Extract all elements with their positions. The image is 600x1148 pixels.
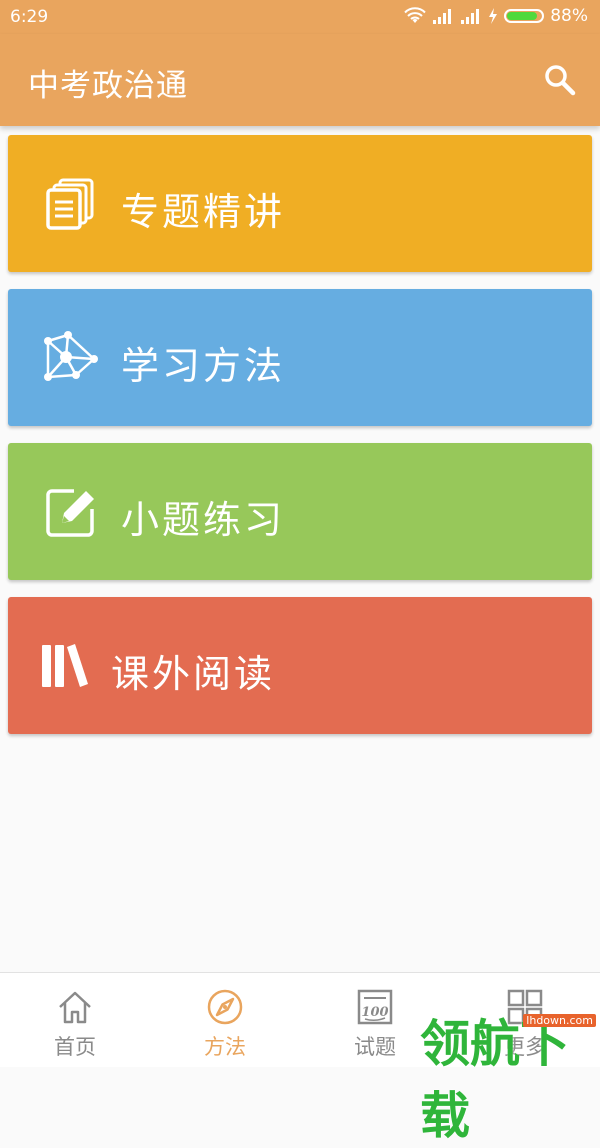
card-quiz-practice[interactable]: 小题练习	[8, 443, 592, 580]
status-bar: 6:29 88%	[0, 0, 600, 34]
card-label: 课外阅读	[111, 652, 276, 696]
nav-label: 更多	[504, 1035, 546, 1059]
card-study-methods[interactable]: 学习方法	[8, 289, 592, 426]
home-icon	[59, 991, 91, 1024]
status-icons: 88%	[404, 6, 588, 26]
card-label: 小题练习	[121, 498, 286, 542]
nav-item-home[interactable]: 首页	[0, 973, 150, 1068]
charging-icon	[489, 8, 498, 24]
documents-icon	[46, 178, 94, 230]
signal-icon	[433, 9, 452, 24]
battery-percent: 88%	[550, 6, 588, 26]
nav-item-methods[interactable]: 方法	[150, 973, 300, 1068]
app-bar: 中考政治通	[0, 34, 600, 126]
edit-icon	[46, 489, 94, 537]
nav-label: 首页	[54, 1035, 96, 1059]
card-topic-lectures[interactable]: 专题精讲	[8, 135, 592, 272]
exam-100-icon: 100	[357, 989, 393, 1025]
status-time: 6:29	[10, 7, 49, 27]
nav-item-exams[interactable]: 100 试题	[300, 973, 450, 1068]
books-icon	[42, 644, 88, 687]
wifi-icon	[404, 7, 426, 23]
card-label: 专题精讲	[121, 190, 286, 234]
nav-label: 方法	[204, 1035, 246, 1059]
signal-icon-2	[461, 9, 480, 24]
nav-item-more[interactable]: 更多	[450, 973, 600, 1068]
battery-fill	[507, 12, 538, 20]
bottom-nav: 首页 方法 100 试题 更多	[0, 972, 600, 1067]
search-button[interactable]	[542, 62, 578, 98]
grid-icon	[507, 989, 543, 1025]
card-extra-reading[interactable]: 课外阅读	[8, 597, 592, 734]
search-icon	[545, 65, 576, 96]
app-title: 中考政治通	[28, 68, 188, 104]
compass-icon	[207, 989, 243, 1025]
nav-label: 试题	[354, 1035, 396, 1059]
card-label: 学习方法	[121, 344, 286, 388]
network-icon	[44, 331, 98, 381]
battery-icon	[504, 9, 545, 23]
